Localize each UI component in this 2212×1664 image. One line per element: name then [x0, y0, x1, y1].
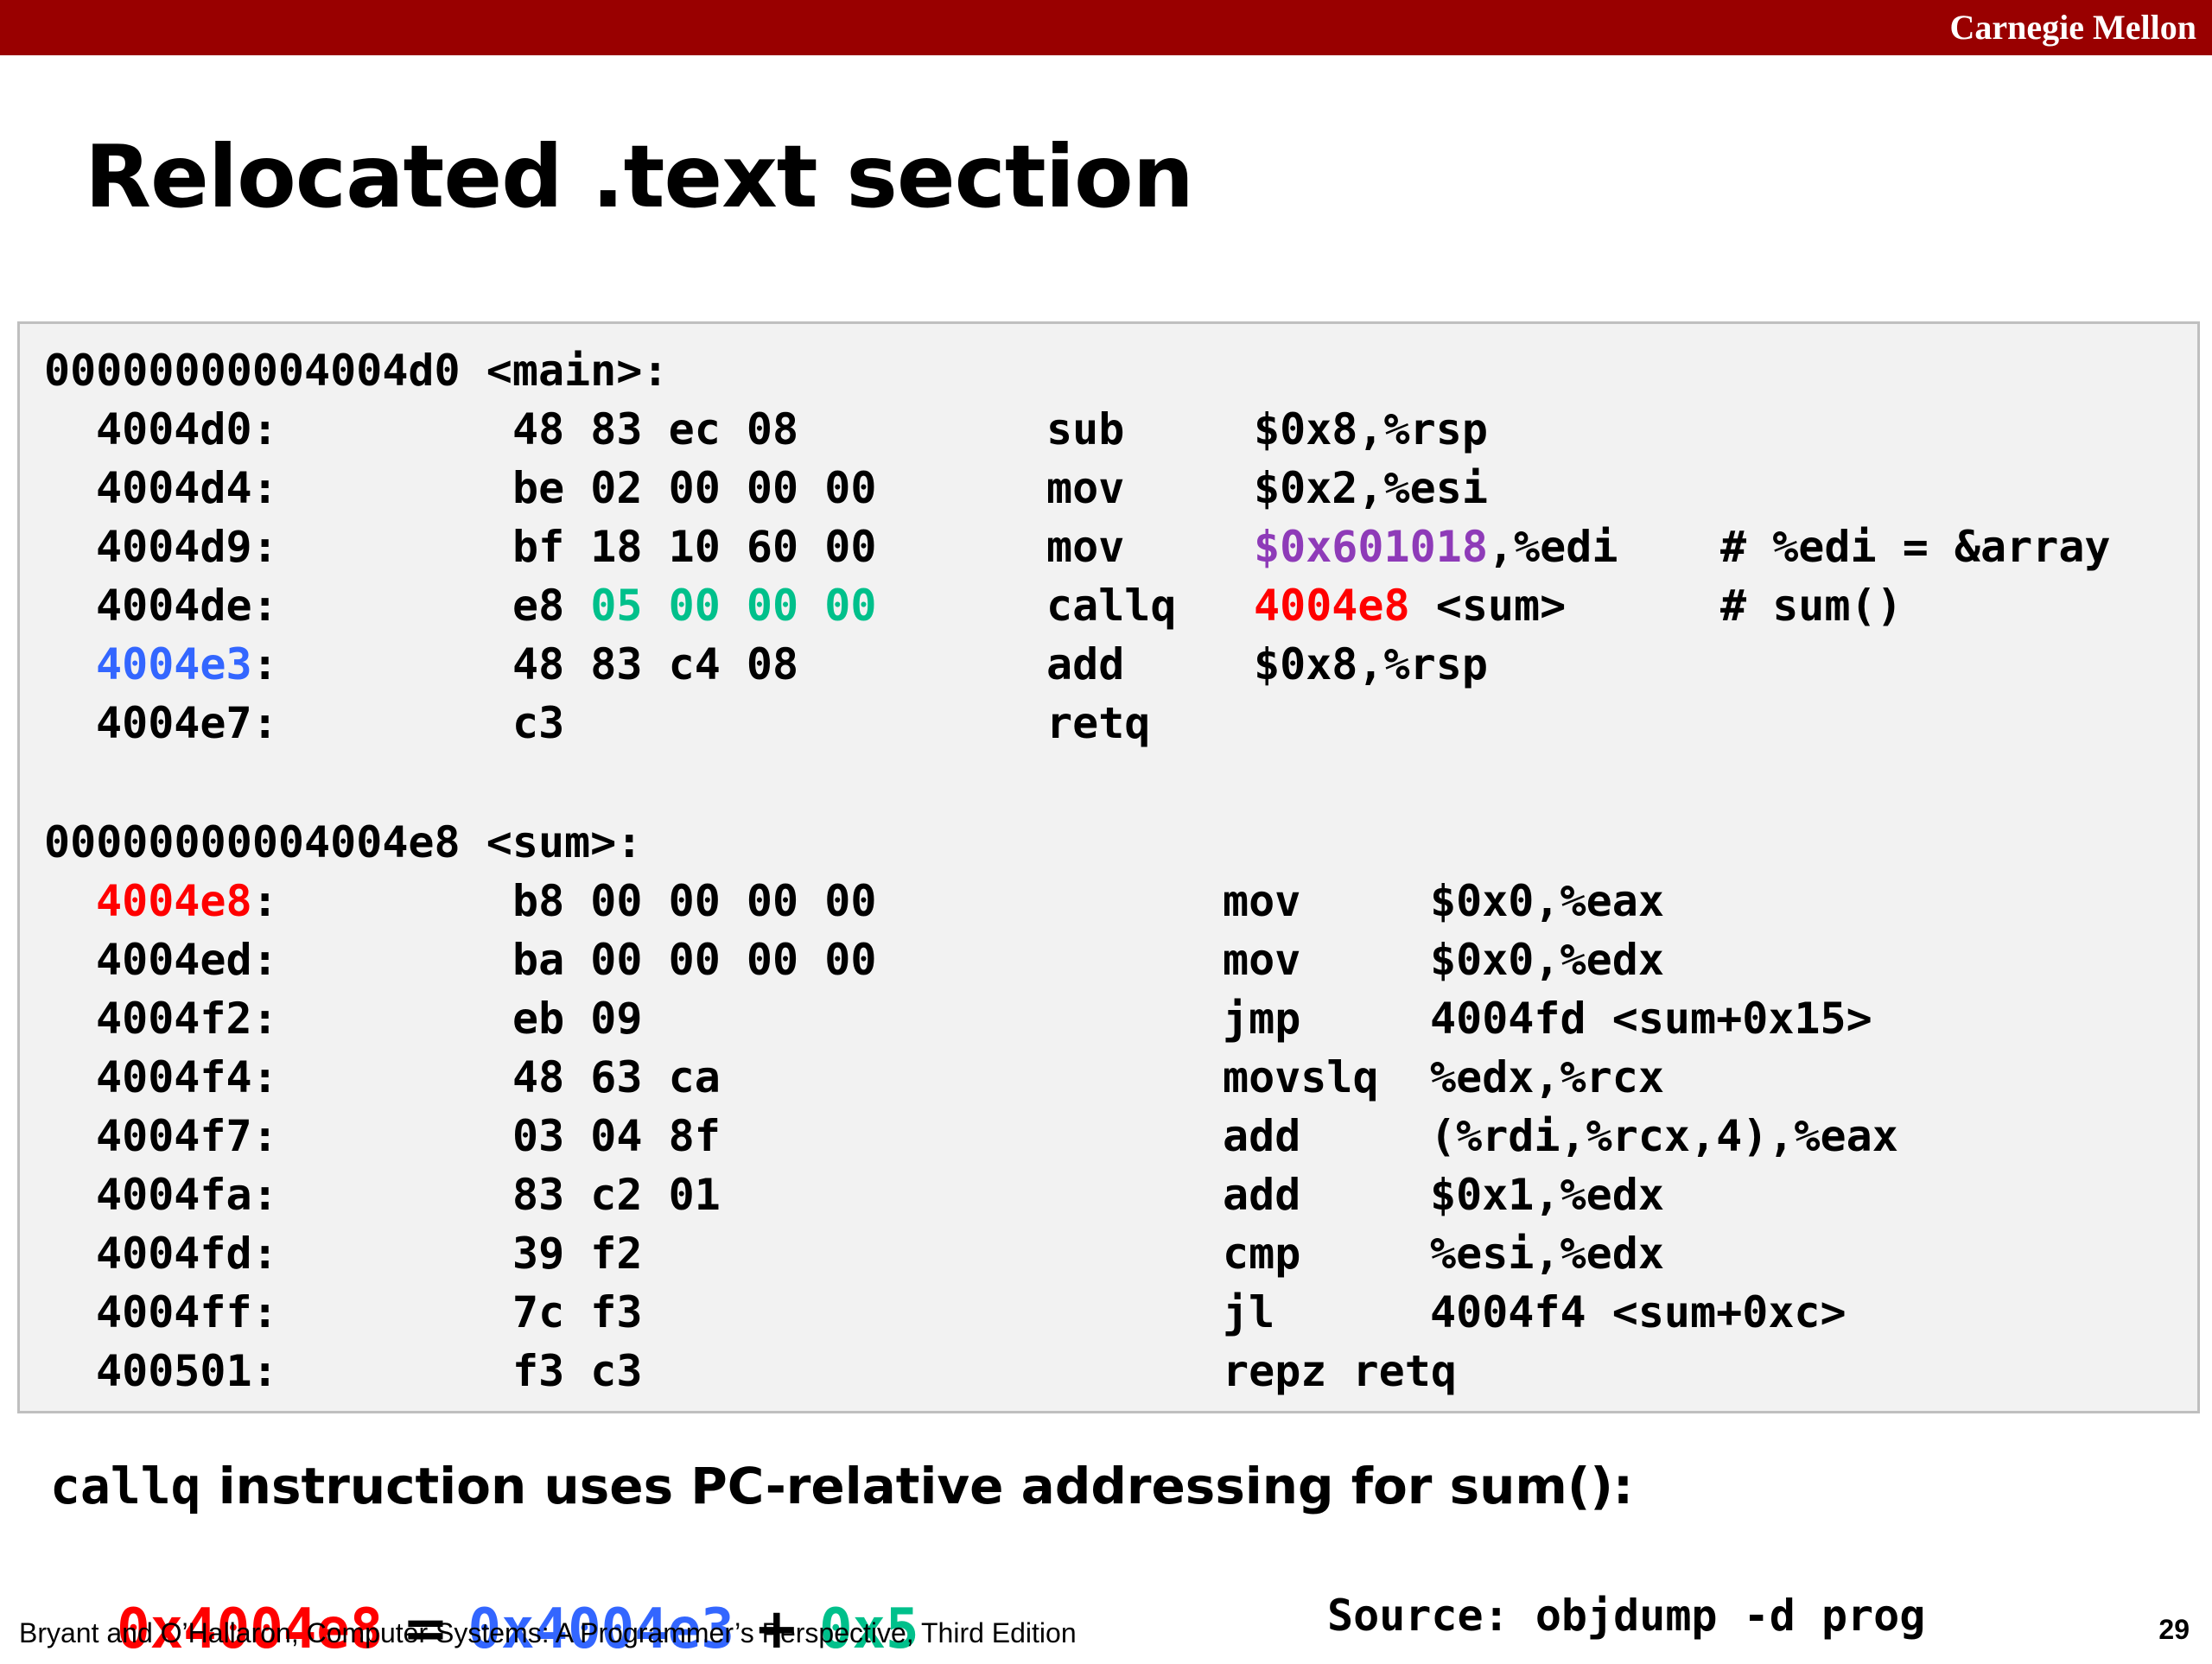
footer-source: Source: objdump -d prog — [1327, 1591, 1926, 1641]
line-address: 4004d9: — [96, 522, 278, 572]
array-address-highlight: $0x601018 — [1254, 522, 1488, 572]
line-address: 4004ff: — [96, 1287, 278, 1337]
line-bytes: 48 83 c4 08 — [512, 639, 799, 689]
line-opcode: add — [1223, 1170, 1301, 1220]
main-function-header: 00000000004004d0 <main>: — [20, 341, 668, 400]
caption-code-term: callq — [50, 1457, 201, 1515]
line-bytes: 39 f2 — [512, 1229, 643, 1279]
code-line: 4004d4: be 02 00 00 00 mov $0x2,%esi — [20, 459, 1488, 518]
code-line: 4004fd: 39 f2 cmp %esi,%edx — [20, 1224, 1664, 1283]
code-line: 4004e7: c3 retq — [20, 694, 1150, 753]
line-operands-rest: ,%edi — [1487, 522, 1618, 572]
line-address: 4004fa: — [96, 1170, 278, 1220]
line-bytes-opcode: e8 — [512, 581, 591, 631]
line-operands: $0x0,%edx — [1430, 935, 1664, 985]
line-operands: $0x8,%rsp — [1254, 404, 1488, 454]
line-opcode: mov — [1046, 522, 1125, 572]
line-bytes: f3 c3 — [512, 1346, 643, 1396]
code-line: 4004fa: 83 c2 01 add $0x1,%edx — [20, 1165, 1664, 1224]
relative-offset-highlight: 05 00 00 00 — [590, 581, 877, 631]
line-bytes: be 02 00 00 00 — [512, 463, 877, 513]
line-address-colon: : — [251, 876, 278, 926]
line-opcode: jmp — [1223, 994, 1301, 1044]
line-comment: # sum() — [1720, 581, 1903, 631]
line-address: 4004d4: — [96, 463, 278, 513]
code-line: 4004f4: 48 63 ca movslq %edx,%rcx — [20, 1048, 1664, 1107]
code-line: 400501: f3 c3 repz retq — [20, 1342, 1457, 1400]
line-address: 4004fd: — [96, 1229, 278, 1279]
line-operands: 4004fd <sum+0x15> — [1430, 994, 1872, 1044]
line-opcode: jl — [1223, 1287, 1275, 1337]
line-operands: $0x1,%edx — [1430, 1170, 1664, 1220]
line-operands: (%rdi,%rcx,4),%eax — [1430, 1111, 1898, 1161]
code-line: 4004f2: eb 09 jmp 4004fd <sum+0x15> — [20, 989, 1872, 1048]
line-operands: %esi,%edx — [1430, 1229, 1664, 1279]
brand-name: Carnegie Mellon — [1949, 8, 2197, 47]
line-bytes: bf 18 10 60 00 — [512, 522, 877, 572]
sum-entry-highlight: 4004e8 — [96, 876, 252, 926]
line-bytes-wrap: e8 05 00 00 00 — [512, 576, 876, 635]
line-opcode: sub — [1046, 404, 1125, 454]
line-operands: $0x8,%rsp — [1254, 639, 1488, 689]
function-label: 00000000004004e8 <sum>: — [44, 817, 643, 867]
function-label: 00000000004004d0 <main>: — [44, 346, 669, 396]
line-operands: %edx,%rcx — [1430, 1052, 1664, 1102]
line-opcode: callq — [1046, 581, 1177, 631]
page-number: 29 — [2158, 1614, 2190, 1645]
code-line: 4004d0: 48 83 ec 08 sub $0x8,%rsp — [20, 400, 1488, 459]
line-opcode: cmp — [1223, 1229, 1301, 1279]
explanation-caption: callq instruction uses PC-relative addre… — [50, 1451, 1633, 1521]
line-operands-wrap: $0x601018,%edi — [1254, 518, 1618, 576]
line-opcode: add — [1046, 639, 1125, 689]
footer-citation: Bryant and O’Hallaron, Computer Systems:… — [19, 1617, 1077, 1648]
line-bytes: 7c f3 — [512, 1287, 643, 1337]
line-address: 4004f2: — [96, 994, 278, 1044]
caption-text: instruction uses PC-relative addressing … — [200, 1457, 1634, 1515]
line-operands-wrap: 4004e8 <sum> — [1254, 576, 1566, 635]
line-operands: $0x2,%esi — [1254, 463, 1488, 513]
code-line: 4004e3: 48 83 c4 08 add $0x8,%rsp — [20, 635, 1488, 694]
line-operands: 4004f4 <sum+0xc> — [1430, 1287, 1847, 1337]
code-line: 4004f7: 03 04 8f add (%rdi,%rcx,4),%eax — [20, 1107, 1898, 1165]
line-bytes: 03 04 8f — [512, 1111, 721, 1161]
code-line: 4004e8: b8 00 00 00 00 mov $0x0,%eax — [20, 872, 1664, 930]
code-line: 4004de: e8 05 00 00 00 callq 4004e8 <sum… — [20, 576, 1903, 635]
line-bytes: c3 — [512, 698, 565, 748]
line-address: 400501: — [96, 1346, 278, 1396]
line-opcode: mov — [1223, 935, 1301, 985]
line-address-wrap: 4004e8: — [96, 872, 278, 930]
code-line: 4004d9: bf 18 10 60 00 mov $0x601018,%ed… — [20, 518, 2111, 576]
line-address: 4004f4: — [96, 1052, 278, 1102]
code-line: 4004ff: 7c f3 jl 4004f4 <sum+0xc> — [20, 1283, 1847, 1342]
line-operands: $0x0,%eax — [1430, 876, 1664, 926]
line-bytes: eb 09 — [512, 994, 643, 1044]
line-operands-rest: <sum> — [1409, 581, 1567, 631]
line-bytes: 48 83 ec 08 — [512, 404, 799, 454]
call-target-highlight: 4004e8 — [1254, 581, 1410, 631]
sum-function-header: 00000000004004e8 <sum>: — [20, 813, 642, 872]
code-line: 4004ed: ba 00 00 00 00 mov $0x0,%edx — [20, 930, 1664, 989]
line-bytes: b8 00 00 00 00 — [512, 876, 877, 926]
line-opcode: add — [1223, 1111, 1301, 1161]
line-opcode: movslq — [1223, 1052, 1379, 1102]
line-address: 4004e7: — [96, 698, 278, 748]
line-bytes: ba 00 00 00 00 — [512, 935, 877, 985]
line-bytes: 83 c2 01 — [512, 1170, 721, 1220]
line-address: 4004ed: — [96, 935, 278, 985]
line-address-colon: : — [251, 639, 278, 689]
line-address: 4004f7: — [96, 1111, 278, 1161]
line-bytes: 48 63 ca — [512, 1052, 721, 1102]
line-comment: # %edi = &array — [1720, 522, 2111, 572]
line-opcode: retq — [1046, 698, 1151, 748]
line-opcode: repz retq — [1223, 1346, 1457, 1396]
line-address: 4004de: — [96, 581, 278, 631]
line-address-wrap: 4004e3: — [96, 635, 278, 694]
header-bar: Carnegie Mellon — [0, 0, 2212, 55]
disassembly-listing: 00000000004004d0 <main>: 4004d0: 48 83 e… — [17, 321, 2200, 1413]
line-address: 4004d0: — [96, 404, 278, 454]
line-opcode: mov — [1223, 876, 1301, 926]
next-pc-highlight: 4004e3 — [96, 639, 252, 689]
line-opcode: mov — [1046, 463, 1125, 513]
slide-title: Relocated .text section — [85, 126, 1194, 227]
